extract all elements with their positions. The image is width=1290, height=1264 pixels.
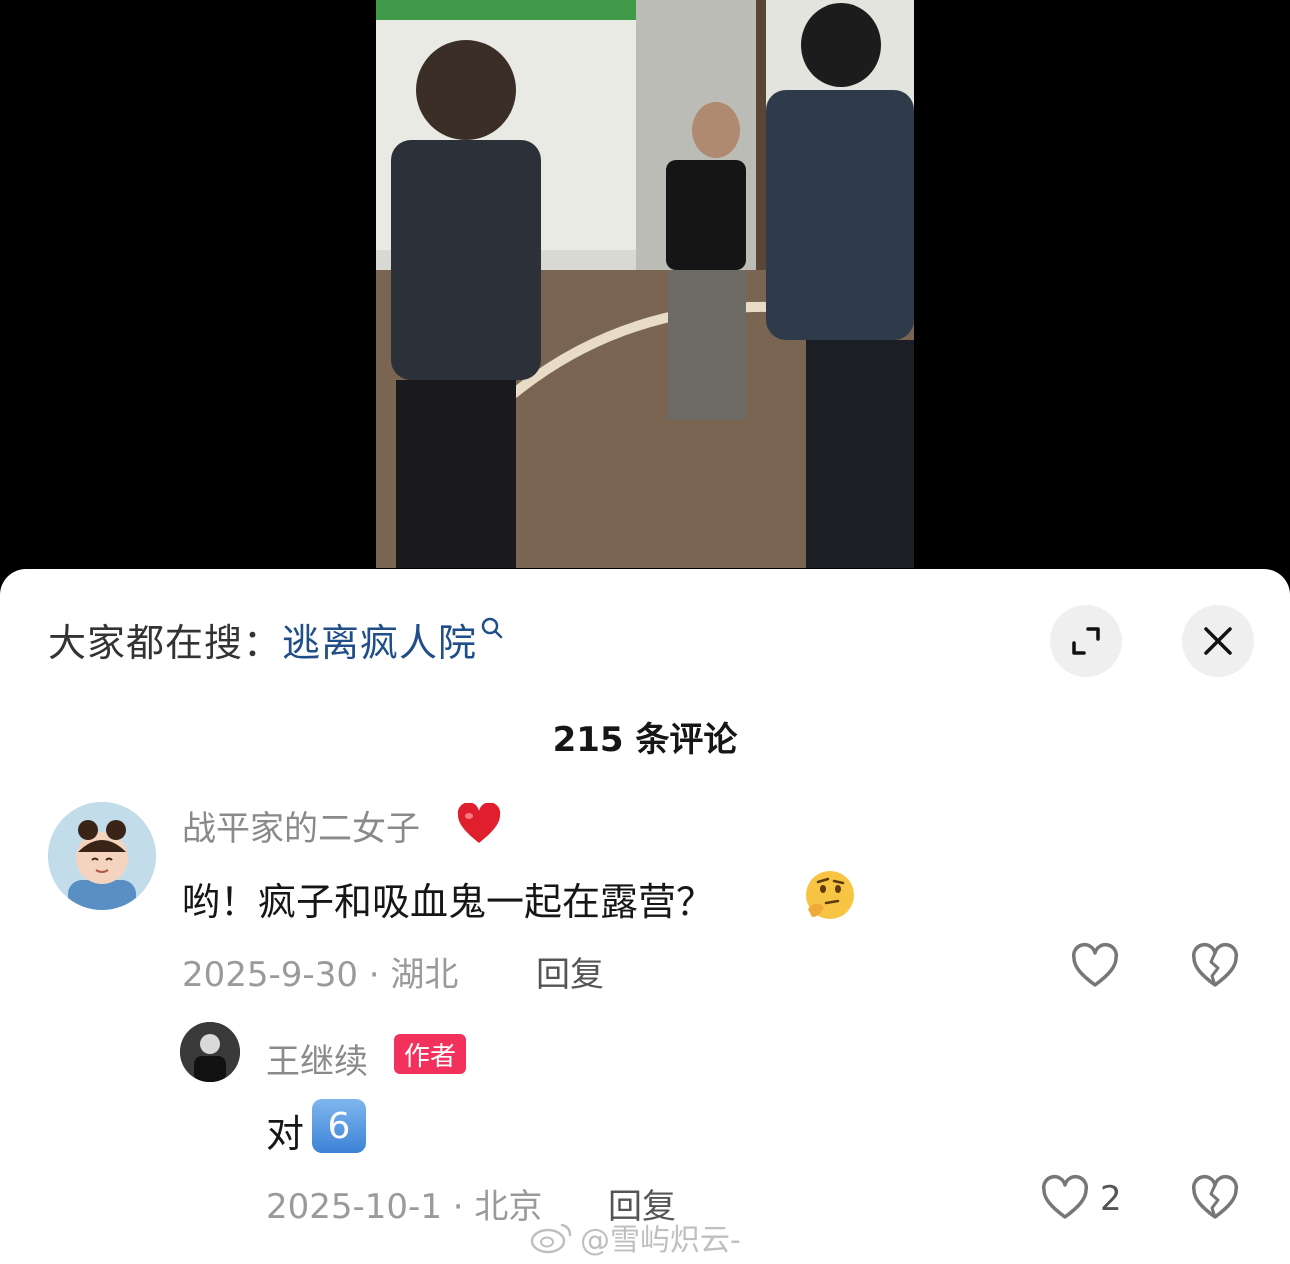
avatar[interactable]	[180, 1022, 240, 1082]
video-frame[interactable]	[376, 0, 914, 568]
comment-username[interactable]: 王继续	[266, 1034, 368, 1083]
video-still	[376, 0, 914, 568]
like-heart-icon[interactable]	[1070, 942, 1120, 992]
close-icon	[1204, 627, 1232, 655]
comment-count: 215 条评论	[552, 720, 738, 760]
keycap-six-emoji: 6	[312, 1099, 366, 1153]
comments-sheet: 大家都在搜： 逃离疯人院 215 条评论 战平家的二女子 哟！疯子和吸血鬼一起在…	[0, 569, 1290, 1264]
expand-icon	[1072, 627, 1100, 655]
search-icon[interactable]	[479, 615, 505, 641]
weibo-logo-icon	[530, 1223, 572, 1254]
like-heart-icon[interactable]	[1040, 1174, 1090, 1224]
expand-button[interactable]	[1050, 605, 1122, 677]
dislike-broken-heart-icon[interactable]	[1190, 942, 1240, 992]
comment-text: 对	[266, 1112, 305, 1156]
dislike-broken-heart-icon[interactable]	[1190, 1174, 1240, 1224]
thinking-face-icon	[806, 871, 854, 919]
trending-search-prefix: 大家都在搜：	[48, 620, 283, 665]
close-button[interactable]	[1182, 605, 1254, 677]
trending-search-term[interactable]: 逃离疯人院	[282, 612, 477, 667]
video-player[interactable]	[0, 0, 1290, 600]
author-badge: 作者	[394, 1034, 467, 1074]
like-count: 2	[1100, 1179, 1122, 1219]
comment-username[interactable]: 战平家的二女子	[182, 801, 420, 850]
avatar-image	[180, 1022, 240, 1082]
watermark: @雪屿炽云-	[530, 1215, 741, 1259]
watermark-text: @雪屿炽云-	[580, 1223, 741, 1258]
avatar-image	[48, 802, 156, 910]
avatar[interactable]	[48, 802, 156, 910]
reply-button[interactable]: 回复	[536, 947, 604, 996]
comment-meta: 2025-9-30 · 湖北	[182, 955, 459, 995]
trending-search-row[interactable]: 大家都在搜： 逃离疯人院	[48, 609, 505, 669]
red-heart-icon	[457, 803, 501, 843]
comment-text: 哟！疯子和吸血鬼一起在露营？	[182, 880, 715, 924]
comment-meta: 2025-10-1 · 北京	[266, 1187, 543, 1227]
